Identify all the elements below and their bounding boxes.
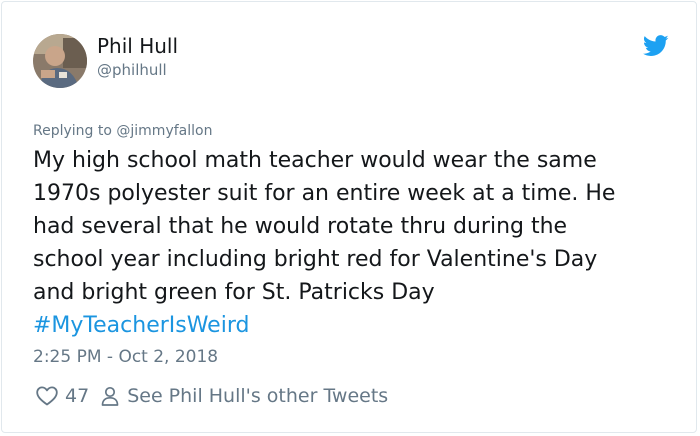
other-tweets-link[interactable]: See Phil Hull's other Tweets	[127, 385, 388, 407]
avatar[interactable]	[33, 34, 87, 88]
tweet-timestamp[interactable]: 2:25 PM - Oct 2, 2018	[33, 347, 218, 367]
heart-icon[interactable]	[35, 384, 59, 408]
reply-mention-link[interactable]: @jimmyfallon	[116, 123, 212, 139]
tweet-card: Phil Hull @philhull Replying to @jimmyfa…	[1, 1, 697, 433]
twitter-bird-icon[interactable]	[642, 35, 669, 57]
person-icon	[99, 385, 121, 407]
tweet-text: My high school math teacher would wear t…	[33, 144, 683, 342]
tweet-line: and bright green for St. Patricks Day	[33, 280, 435, 305]
tweet-line: had several that he would rotate thru du…	[33, 214, 568, 239]
tweet-line: school year including bright red for Val…	[33, 247, 598, 272]
author-name[interactable]: Phil Hull	[97, 34, 178, 58]
author-handle[interactable]: @philhull	[97, 61, 167, 79]
like-count[interactable]: 47	[65, 385, 89, 407]
tweet-line: 1970s polyester suit for an entire week …	[33, 181, 616, 206]
tweet-line: My high school math teacher would wear t…	[33, 148, 597, 173]
avatar-image	[33, 34, 87, 88]
replying-to: Replying to @jimmyfallon	[33, 123, 212, 139]
replying-prefix: Replying to	[33, 123, 112, 139]
hashtag-link[interactable]: #MyTeacherIsWeird	[33, 309, 683, 342]
tweet-actions: 47 See Phil Hull's other Tweets	[35, 382, 388, 410]
